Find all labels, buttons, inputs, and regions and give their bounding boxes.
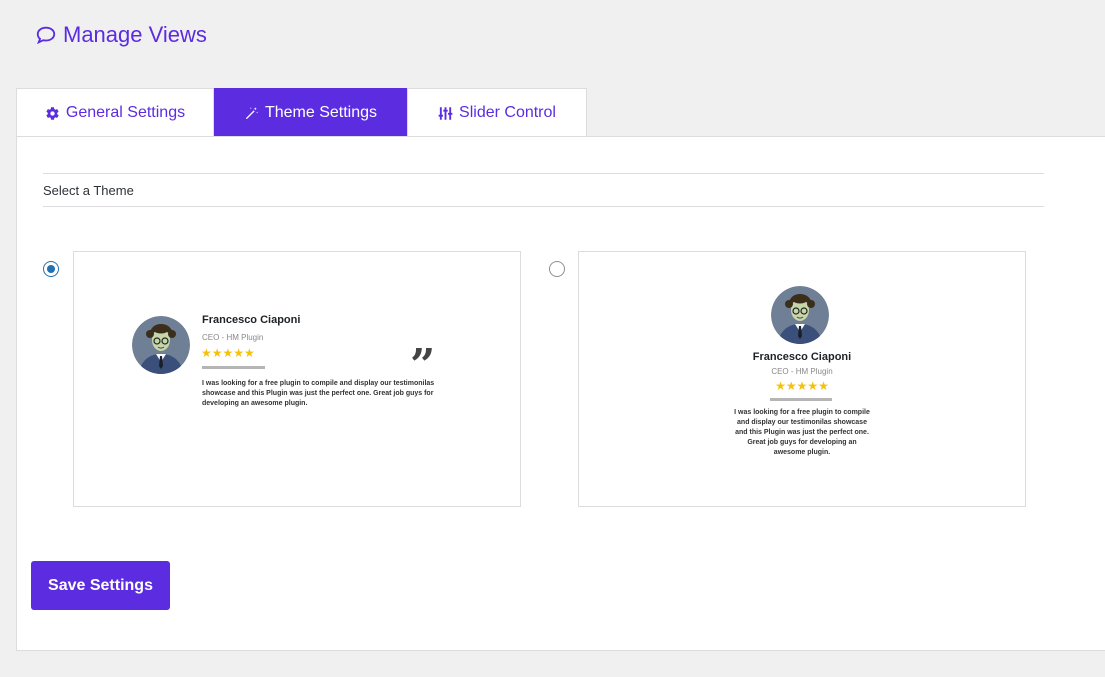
select-theme-label: Select a Theme bbox=[43, 173, 1044, 207]
theme-settings-panel: Select a Theme Francesco Ciaponi CEO - H… bbox=[16, 136, 1105, 651]
gear-icon bbox=[46, 106, 59, 120]
testimonial-role: CEO - HM Plugin bbox=[202, 333, 264, 342]
testimonial-text: I was looking for a free plugin to compi… bbox=[202, 380, 435, 407]
theme-1-radio[interactable] bbox=[43, 261, 59, 277]
testimonial-text: I was looking for a free plugin to compi… bbox=[734, 409, 870, 456]
tab-theme-settings-label: Theme Settings bbox=[264, 104, 378, 121]
tab-theme-settings[interactable]: Theme Settings bbox=[214, 88, 407, 137]
tab-general-settings-label: General Settings bbox=[65, 104, 186, 121]
tab-slider-control-label: Slider Control bbox=[459, 104, 556, 121]
avatar bbox=[771, 286, 829, 344]
tab-general-settings[interactable]: General Settings bbox=[16, 88, 214, 137]
speech-bubble-icon bbox=[36, 26, 56, 45]
settings-tabs: General Settings Theme Settings Slider C… bbox=[16, 88, 587, 137]
save-settings-button[interactable]: Save Settings bbox=[31, 561, 170, 610]
sliders-icon bbox=[438, 106, 453, 120]
theme-2-preview[interactable]: Francesco Ciaponi CEO - HM Plugin ★★★★★ … bbox=[578, 251, 1026, 507]
star-rating: ★★★★★ bbox=[201, 346, 255, 360]
page-title: Manage Views bbox=[35, 22, 207, 48]
testimonial-name: Francesco Ciaponi bbox=[202, 314, 301, 326]
theme-2-radio[interactable] bbox=[549, 261, 565, 277]
theme-1-preview[interactable]: Francesco Ciaponi CEO - HM Plugin ★★★★★ … bbox=[73, 251, 521, 507]
testimonial-role: CEO - HM Plugin bbox=[771, 367, 833, 376]
testimonial-name: Francesco Ciaponi bbox=[752, 351, 852, 363]
divider-line bbox=[202, 366, 265, 369]
magic-wand-icon bbox=[245, 106, 258, 119]
tab-slider-control[interactable]: Slider Control bbox=[407, 88, 587, 137]
star-rating: ★★★★★ bbox=[775, 379, 829, 393]
page-title-text: Manage Views bbox=[63, 22, 207, 47]
divider-line bbox=[770, 398, 832, 401]
avatar bbox=[132, 316, 190, 374]
